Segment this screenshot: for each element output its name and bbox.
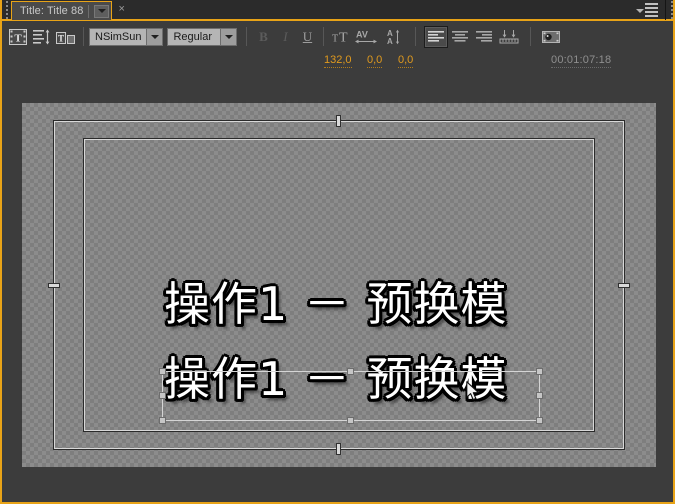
resize-handle-middle-left[interactable] [159, 392, 166, 399]
font-family-value: NSimSun [89, 27, 148, 46]
guide-tick-right [619, 284, 629, 287]
toolbar-controls-row: T T NSimSun Regular B I U T T AV A A [6, 23, 563, 50]
font-size-button[interactable]: T T [329, 25, 353, 49]
text-scale-button[interactable]: T [54, 25, 78, 49]
panel-tab-bar: Title: Title 88 × [2, 0, 673, 21]
guide-tick-top [337, 116, 340, 126]
font-style-select[interactable]: Regular [167, 27, 238, 46]
svg-text:T: T [14, 32, 22, 44]
line-spacing-button[interactable] [30, 25, 54, 49]
roll-crawl-icon [542, 30, 561, 43]
align-center-button[interactable] [448, 26, 472, 48]
title-tool-icon: T [9, 28, 27, 45]
italic-button[interactable]: I [274, 26, 296, 48]
svg-text:A: A [387, 37, 393, 45]
tab-stops-button[interactable] [496, 26, 522, 48]
chevron-down-icon [150, 34, 159, 39]
panel-menu-button[interactable] [636, 2, 665, 17]
align-left-icon [428, 30, 445, 42]
text-toolbar: T T NSimSun Regular B I U T T AV A A 132… [2, 23, 673, 71]
svg-text:T: T [58, 33, 64, 43]
guide-tick-left [49, 284, 59, 287]
font-size-icon: T T [332, 30, 348, 45]
kerning-button[interactable]: AV [353, 25, 381, 49]
toolbar-separator [246, 27, 248, 46]
text-scale-icon: T [56, 31, 75, 44]
mouse-cursor-icon [466, 381, 479, 401]
align-center-icon [452, 30, 469, 42]
title-designer-panel: Title: Title 88 × T T NSimSun Regular B … [0, 0, 675, 504]
resize-handle-top-left[interactable] [159, 368, 166, 375]
alignment-group [424, 25, 522, 48]
roll-crawl-options-button[interactable] [539, 25, 563, 49]
tracking-icon: A A [387, 29, 400, 45]
tab-divider [88, 4, 90, 18]
panel-right-grip-icon[interactable] [665, 0, 673, 20]
tab-stops-icon [499, 30, 519, 44]
font-size-value[interactable]: 132,0 [324, 54, 352, 68]
toolbar-separator [415, 27, 417, 46]
svg-text:T: T [332, 33, 338, 44]
font-style-dropdown-button[interactable] [221, 27, 238, 46]
resize-handle-bottom-right[interactable] [536, 417, 543, 424]
timecode-field[interactable]: 00:01:07:18 [551, 54, 612, 68]
text-selection-box[interactable] [159, 368, 543, 424]
line-spacing-icon [33, 29, 50, 44]
toolbar-separator [530, 27, 532, 46]
tracking-value[interactable]: 0,0 [398, 54, 414, 68]
resize-handle-top-center[interactable] [347, 368, 354, 375]
kerning-value[interactable]: 0,0 [367, 54, 383, 68]
align-right-button[interactable] [472, 26, 496, 48]
tab-dropdown-button[interactable] [94, 4, 110, 18]
hamburger-menu-icon [645, 2, 658, 17]
bold-button[interactable]: B [252, 26, 274, 48]
tab-close-button[interactable]: × [112, 0, 130, 19]
panel-drag-handle-icon[interactable] [2, 0, 11, 20]
chevron-down-icon [97, 9, 106, 13]
font-style-value: Regular [167, 27, 222, 46]
font-family-select[interactable]: NSimSun [89, 27, 164, 46]
underline-button[interactable]: U [296, 26, 318, 48]
chevron-down-icon [636, 8, 644, 13]
title-tool-button[interactable]: T [6, 25, 30, 49]
resize-handle-bottom-left[interactable] [159, 417, 166, 424]
toolbar-separator [323, 27, 325, 46]
title-text-line-1[interactable]: 操作1 － 预换模 [164, 281, 508, 327]
resize-handle-middle-right[interactable] [536, 392, 543, 399]
chevron-down-icon [224, 34, 233, 39]
resize-handle-top-right[interactable] [536, 368, 543, 375]
svg-text:T: T [339, 30, 348, 45]
tracking-button[interactable]: A A [381, 25, 407, 49]
toolbar-values-row: 132,0 0,0 0,0 00:01:07:18 [2, 50, 673, 71]
toolbar-separator [83, 27, 84, 46]
kerning-icon: AV [355, 29, 378, 43]
title-stage: 操作1 － 预换模 操作1 － 预换模 [2, 71, 673, 500]
align-right-icon [476, 30, 493, 42]
guide-tick-bottom [337, 444, 340, 454]
font-family-dropdown-button[interactable] [147, 27, 164, 46]
resize-handle-bottom-center[interactable] [347, 417, 354, 424]
tab-title-88[interactable]: Title: Title 88 [11, 1, 113, 20]
title-canvas[interactable]: 操作1 － 预换模 操作1 － 预换模 [22, 103, 656, 467]
tab-label: Title: Title 88 [20, 5, 84, 17]
align-left-button[interactable] [424, 25, 449, 48]
svg-text:AV: AV [356, 29, 368, 39]
